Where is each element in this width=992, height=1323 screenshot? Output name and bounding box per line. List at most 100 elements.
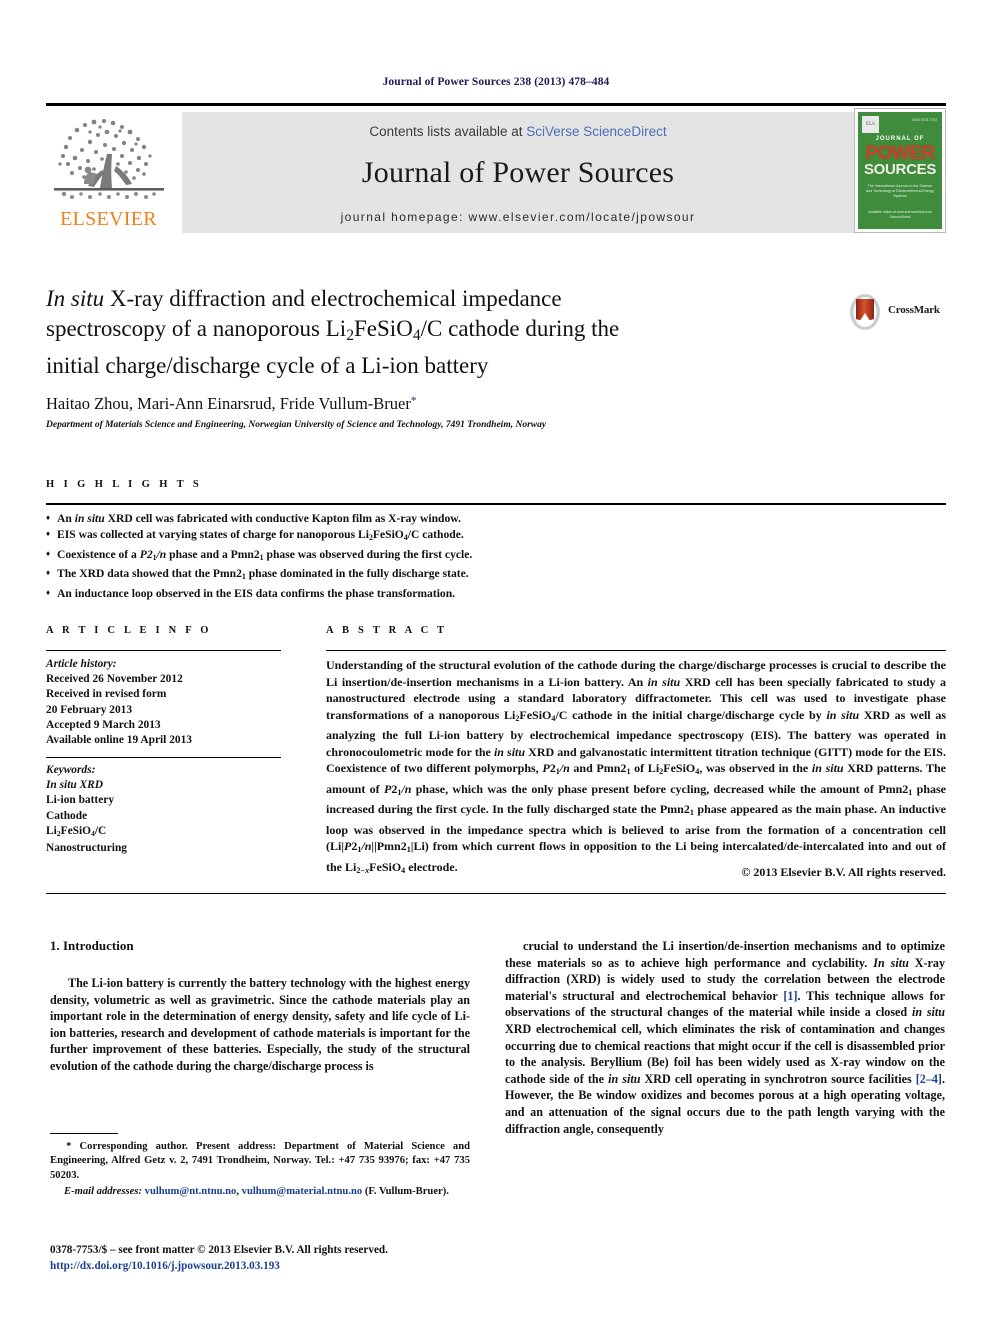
corresponding-author-note: * Corresponding author. Present address:… <box>50 1140 470 1183</box>
elsevier-logo: ELSEVIER <box>46 112 171 232</box>
article-info-heading: A R T I C L E I N F O <box>46 625 212 636</box>
history-revised-label: Received in revised form <box>46 688 167 701</box>
article-info-divider <box>46 650 281 651</box>
section-heading-introduction: 1. Introduction <box>50 938 134 953</box>
highlight-text-2: phase and a Pmn2 <box>166 547 260 561</box>
title-line3: initial charge/discharge cycle of a Li-i… <box>46 352 489 378</box>
elsevier-wordmark: ELSEVIER <box>60 208 157 230</box>
issn-front-matter: 0378-7753/$ – see front matter © 2013 El… <box>50 1244 388 1256</box>
abstract-heading: A B S T R A C T <box>326 625 448 636</box>
list-item: Coexistence of a P21/n phase and a Pmn21… <box>46 546 946 566</box>
keyword-item: Li2FeSiO4/C <box>46 824 107 838</box>
keywords-divider <box>46 757 281 758</box>
paper-page: Journal of Power Sources 238 (2013) 478–… <box>0 0 992 1323</box>
citation-link[interactable]: [1] <box>783 989 797 1003</box>
doi-link[interactable]: http://dx.doi.org/10.1016/j.jpowsour.201… <box>50 1259 510 1275</box>
crossmark-label: CrossMark <box>888 304 940 316</box>
imprint-block: 0378-7753/$ – see front matter © 2013 El… <box>50 1243 510 1274</box>
crossmark-badge-icon <box>846 293 884 331</box>
highlight-italic-2: /n <box>156 547 167 561</box>
cover-sources-word: SOURCES <box>863 161 937 178</box>
cover-subtitle: The International Journal on the Science… <box>866 184 934 198</box>
email-link-1[interactable]: vulhum@nt.ntnu.no <box>145 1186 237 1197</box>
abstract-copyright: © 2013 Elsevier B.V. All rights reserved… <box>741 865 946 879</box>
highlight-text-2: XRD cell was fabricated with conductive … <box>104 512 461 525</box>
highlights-heading: H I G H L I G H T S <box>46 479 203 490</box>
paragraph: crucial to understand the Li insertion/d… <box>505 939 946 1136</box>
title-line2-c: /C cathode during the <box>420 316 620 341</box>
citation-link[interactable]: [2–4] <box>916 1072 942 1086</box>
list-item: An inductance loop observed in the EIS d… <box>46 585 946 602</box>
list-item: The XRD data showed that the Pmn21 phase… <box>46 565 946 585</box>
highlight-text: EIS was collected at varying states of c… <box>57 528 369 542</box>
email-note: E-mail addresses: vulhum@nt.ntnu.no, vul… <box>64 1186 449 1198</box>
history-accepted: Accepted 9 March 2013 <box>46 718 161 731</box>
body-column-right: crucial to understand the Li insertion/d… <box>505 938 945 1137</box>
journal-title: Journal of Power Sources <box>361 156 675 189</box>
cover-elsevier-mark: ELS <box>862 116 879 133</box>
title-block: In situ X-ray diffraction and electroche… <box>46 284 826 381</box>
highlight-italic: in situ <box>74 512 105 525</box>
paragraph: The Li-ion battery is currently the batt… <box>50 976 470 1073</box>
highlight-italic: P2 <box>139 547 153 561</box>
affiliation: Department of Materials Science and Engi… <box>46 420 547 430</box>
abstract-bottom-divider <box>46 893 946 894</box>
email-link-2[interactable]: vulhum@material.ntnu.no <box>242 1186 363 1197</box>
highlight-text-3: /C cathode. <box>407 528 464 542</box>
title-line2-b: FeSiO <box>354 316 413 341</box>
cover-journal-of: JOURNAL OF <box>875 136 925 142</box>
email-addresses-label: E-mail addresses: <box>64 1186 142 1198</box>
corresponding-author-text: Corresponding author. Present address: D… <box>50 1141 470 1181</box>
highlight-text: Coexistence of a <box>57 547 140 561</box>
article-history-label: Article history: <box>46 658 117 670</box>
abstract-text: Understanding of the structural evolutio… <box>326 658 947 875</box>
highlight-text: An <box>57 512 75 525</box>
cover-issn: ISSN 0378-7753 <box>911 118 937 122</box>
highlight-text: An inductance loop observed in the EIS d… <box>57 586 456 600</box>
body-column-left: The Li-ion battery is currently the batt… <box>50 975 470 1075</box>
highlights-list: An in situ XRD cell was fabricated with … <box>46 510 946 602</box>
journal-cover-thumbnail[interactable]: ELS ISSN 0378-7753 JOURNAL OF POWER SOUR… <box>854 108 946 233</box>
highlights-divider <box>46 503 946 505</box>
contents-available-line: Contents lists available at SciVerse Sci… <box>182 124 854 139</box>
keyword-item: Nanostructuring <box>46 841 128 854</box>
footnote-block: * Corresponding author. Present address:… <box>50 1140 470 1200</box>
footnote-marker: * <box>66 1141 72 1152</box>
journal-masthead: ELSEVIER Contents lists available at Sci… <box>46 103 946 233</box>
keywords-label: Keywords: <box>46 764 96 776</box>
corresponding-author-marker[interactable]: * <box>411 395 417 407</box>
author-list: Haitao Zhou, Mari-Ann Einarsrud, Fride V… <box>46 394 416 414</box>
highlight-text-3: phase was observed during the first cycl… <box>263 547 473 561</box>
highlight-text-2: FeSiO <box>372 528 404 542</box>
title-italic-insitu: In situ <box>46 286 105 311</box>
email-owner: (F. Vullum-Bruer). <box>364 1186 449 1198</box>
contents-prefix: Contents lists available at <box>369 124 527 139</box>
journal-band: Contents lists available at SciVerse Sci… <box>182 112 854 233</box>
sciencedirect-link[interactable]: SciVerse ScienceDirect <box>526 124 666 139</box>
running-head: Journal of Power Sources 238 (2013) 478–… <box>382 76 610 88</box>
page-title: In situ X-ray diffraction and electroche… <box>46 284 826 381</box>
keyword-sub: 2 <box>56 828 61 838</box>
journal-homepage-link[interactable]: journal homepage: www.elsevier.com/locat… <box>182 210 854 224</box>
history-revised-date: 20 February 2013 <box>46 703 133 716</box>
keyword-sub-2: 4 <box>91 828 95 838</box>
author-names: Haitao Zhou, Mari-Ann Einarsrud, Fride V… <box>46 394 411 413</box>
history-online: Available online 19 April 2013 <box>46 734 192 747</box>
keyword-item: Cathode <box>46 809 88 822</box>
keyword-item: In situ XRD <box>46 779 103 792</box>
highlight-text: The XRD data showed that the Pmn2 <box>57 567 242 581</box>
title-rest-line1: X-ray diffraction and electrochemical im… <box>104 286 562 311</box>
cover-footer: Available online at www.sciencedirect.co… <box>868 210 932 219</box>
list-item: An in situ XRD cell was fabricated with … <box>46 510 946 527</box>
list-item: EIS was collected at varying states of c… <box>46 526 946 546</box>
article-history: Article history: Received 26 November 20… <box>46 657 296 748</box>
elsevier-tree-icon <box>50 114 168 206</box>
keywords-block: Keywords: In situ XRD Li-ion battery Cat… <box>46 763 296 856</box>
highlight-text-2: phase dominated in the fully discharge s… <box>245 567 469 581</box>
title-sub-4: 4 <box>412 326 421 344</box>
abstract-divider <box>326 650 946 651</box>
keyword-item: Li-ion battery <box>46 794 115 807</box>
history-received: Received 26 November 2012 <box>46 673 183 686</box>
title-sub-2: 2 <box>346 326 355 344</box>
crossmark-widget[interactable]: CrossMark <box>846 293 946 331</box>
